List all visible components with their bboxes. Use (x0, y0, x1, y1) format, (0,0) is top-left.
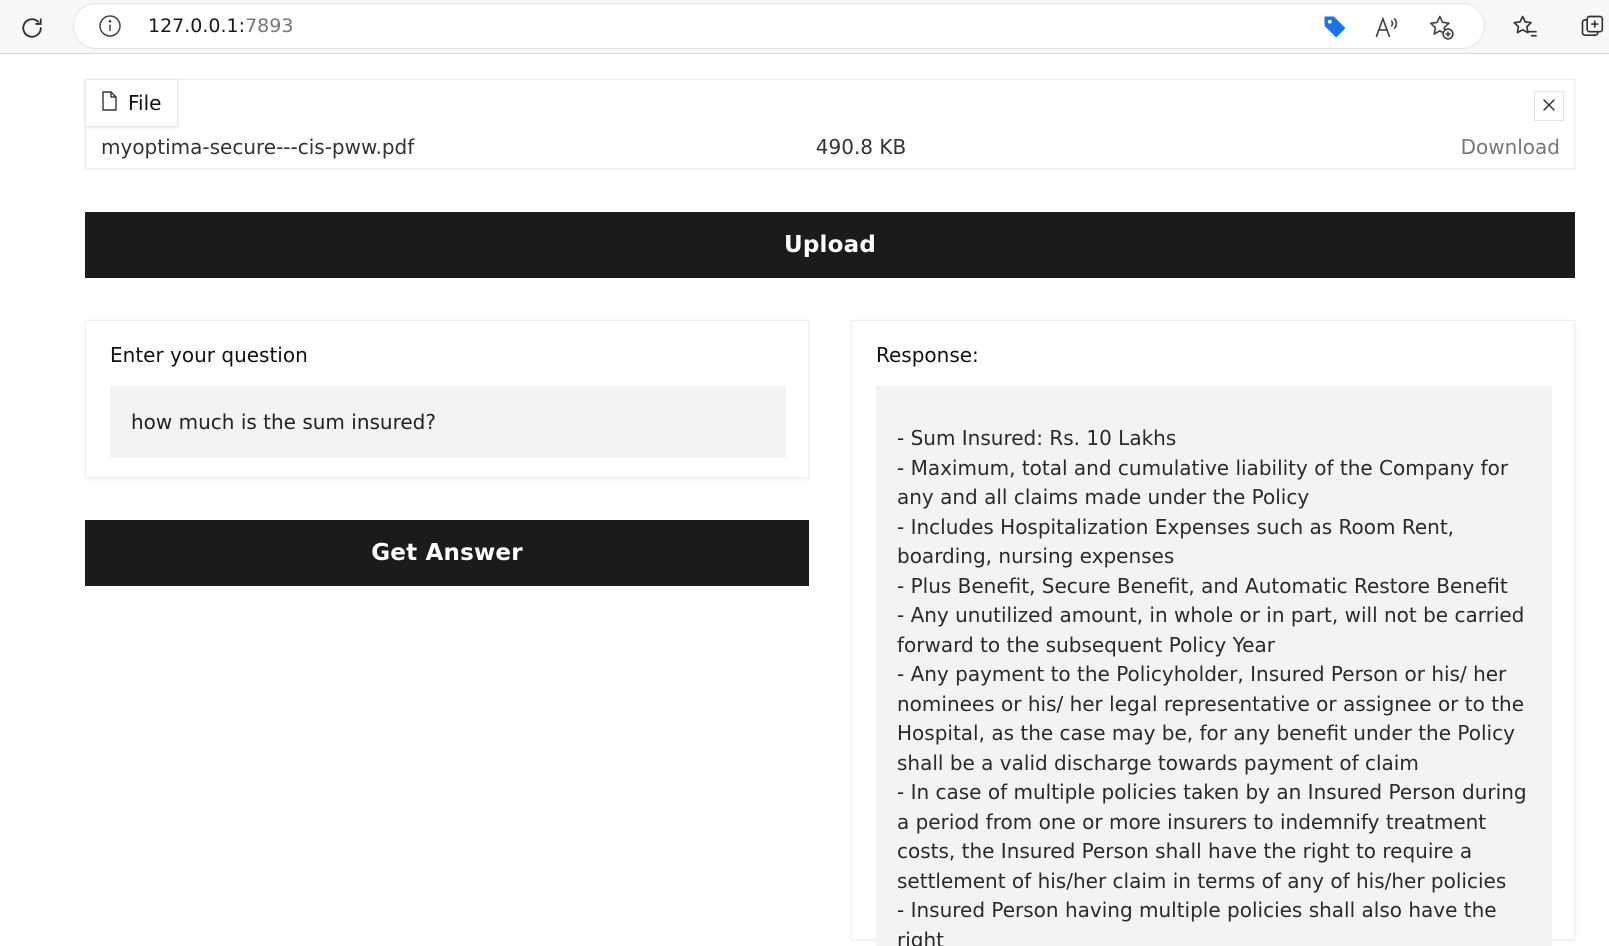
file-name: myoptima-secure---cis-pww.pdf (101, 135, 415, 159)
file-icon (100, 90, 118, 116)
close-icon (1542, 97, 1556, 116)
response-line: - In case of multiple policies taken by … (897, 780, 1527, 893)
question-card: Enter your question (85, 320, 809, 478)
response-line: - Plus Benefit, Secure Benefit, and Auto… (897, 573, 1508, 598)
reload-icon[interactable] (14, 10, 50, 46)
get-answer-button-label: Get Answer (371, 540, 523, 566)
upload-button[interactable]: Upload (85, 212, 1575, 278)
upload-button-label: Upload (783, 232, 876, 258)
file-row: myoptima-secure---cis-pww.pdf 490.8 KB D… (86, 135, 1574, 165)
response-line: - Includes Hospitalization Expenses such… (897, 514, 1455, 569)
file-label: File (85, 79, 179, 127)
question-input[interactable] (110, 386, 786, 458)
response-line: - Any payment to the Policyholder, Insur… (897, 662, 1525, 775)
get-answer-button[interactable]: Get Answer (85, 520, 809, 586)
browser-toolbar: 127.0.0.1:7893 (0, 0, 1609, 54)
response-line: - Maximum, total and cumulative liabilit… (897, 455, 1509, 510)
clear-file-button[interactable] (1534, 91, 1564, 121)
url-host: 127.0.0.1: (148, 15, 246, 37)
file-panel: File myoptima-secure---cis-pww.pdf 490.8… (85, 79, 1575, 169)
response-text: - Sum Insured: Rs. 10 Lakhs - Maximum, t… (876, 386, 1552, 946)
response-line: - Any unutilized amount, in whole or in … (897, 603, 1525, 657)
response-line: - Sum Insured: Rs. 10 Lakhs (897, 426, 1177, 450)
url-text[interactable]: 127.0.0.1:7893 (148, 15, 293, 37)
favorites-icon[interactable] (1508, 10, 1542, 44)
info-icon[interactable] (98, 14, 122, 38)
response-label: Response: (876, 343, 979, 367)
download-link[interactable]: Download (1461, 135, 1560, 159)
question-label: Enter your question (110, 343, 308, 367)
address-bar[interactable]: 127.0.0.1:7893 (74, 4, 1484, 48)
coupon-tag-icon[interactable] (1320, 12, 1350, 42)
url-port: 7893 (245, 15, 294, 37)
response-line: - Insured Person having multiple policie… (897, 898, 1497, 946)
read-aloud-icon[interactable] (1372, 12, 1402, 42)
collections-icon[interactable] (1576, 10, 1609, 44)
add-favorite-icon[interactable] (1426, 12, 1456, 42)
response-card: Response: - Sum Insured: Rs. 10 Lakhs - … (851, 320, 1575, 946)
file-label-text: File (128, 91, 162, 115)
file-size: 490.8 KB (815, 135, 907, 159)
